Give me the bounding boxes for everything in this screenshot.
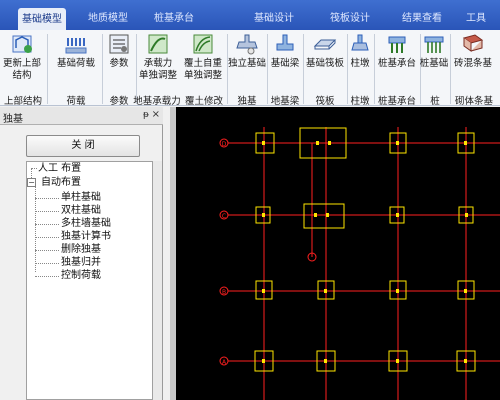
tree-item-double-column[interactable]: 双柱基础 (61, 205, 101, 217)
group-label-pile-cap: 桩基承台 (377, 96, 416, 107)
isolated-footing-label: 独立基础 (227, 58, 266, 69)
group-label-params: 参数 (109, 96, 129, 107)
tree-line (35, 224, 59, 225)
footing[interactable] (303, 203, 345, 229)
tree-line (35, 263, 59, 264)
bearing-capacity-label-1: 承载力 (143, 58, 173, 69)
function-tree: 人工 布置 − 自动布置 单柱基础 双柱基础 多柱墙基础 独基计算书 删除独基 … (26, 161, 153, 400)
parameters-button[interactable]: 参数 (104, 32, 134, 88)
group-label-pile: 桩 (430, 96, 440, 107)
isolated-footing-panel: 独基 ᵽ × 关 闭 人工 布置 − 自动布置 单柱基础 双柱基础 多柱墙基础 … (0, 107, 163, 400)
group-label-beam: 地基梁 (270, 96, 300, 107)
masonry-strip-button[interactable]: 砖混条基 (450, 32, 496, 88)
axis-label-d: D (222, 141, 227, 148)
bearing-capacity-label-2: 单独调整 (138, 70, 177, 81)
menu-tab-raft-design[interactable]: 筏板设计 (330, 9, 370, 25)
tree-line (35, 198, 59, 199)
menu-tab-geology-model[interactable]: 地质模型 (88, 9, 128, 25)
column-pier-icon (351, 34, 369, 51)
bearing-capacity-icon (148, 34, 168, 54)
close-icon[interactable]: × (152, 109, 160, 120)
menu-tab-tools[interactable]: 工具 (466, 9, 486, 25)
tree-item-merge-footing[interactable]: 独基归并 (61, 257, 101, 269)
group-label-masonry: 砌体条基 (454, 96, 493, 107)
menu-tab-pile-cap[interactable]: 桩基承台 (154, 9, 194, 25)
drawing-canvas[interactable]: D C B A (170, 107, 500, 400)
tree-item-control-load[interactable]: 控制荷载 (61, 270, 101, 282)
tree-item-single-column[interactable]: 单柱基础 (61, 192, 101, 204)
menu-strip: 基础模型 地质模型 桩基承台 基础设计 筏板设计 结果查看 工具 (0, 0, 500, 30)
isolated-footing-icon (236, 34, 258, 55)
soil-weight-label-2: 单独调整 (183, 70, 222, 81)
ribbon: 更新上部 结构 基础荷载 参数 承载力 单独调整 覆土自重 单独调整 独立基础 … (0, 30, 500, 107)
menu-tab-foundation-design[interactable]: 基础设计 (254, 9, 294, 25)
ribbon-separator (47, 34, 48, 104)
soil-weight-label-1: 覆土自重 (183, 58, 222, 69)
parameters-icon (109, 34, 129, 54)
tree-line (31, 168, 37, 169)
column-pier-label: 柱墩 (350, 58, 370, 69)
group-label-load: 荷载 (66, 96, 86, 107)
masonry-strip-icon (462, 34, 484, 52)
tree-line (35, 250, 59, 251)
isolated-footing-button[interactable]: 独立基础 (227, 32, 267, 88)
bearing-capacity-button[interactable]: 承载力 单独调整 (136, 32, 180, 88)
tree-item-calc-report[interactable]: 独基计算书 (61, 231, 111, 243)
group-label-pier: 柱墩 (350, 96, 370, 107)
foundation-beam-button[interactable]: 基础梁 (267, 32, 303, 88)
foundation-load-icon (65, 38, 87, 54)
tree-item-multi-column-wall[interactable]: 多柱墙基础 (61, 218, 111, 230)
axis-label-c: C (222, 213, 226, 220)
refresh-structure-icon (12, 35, 32, 53)
update-structure-button[interactable]: 更新上部 结构 (0, 32, 44, 88)
menu-tab-foundation-model[interactable]: 基础模型 (18, 8, 66, 30)
raft-slab-button[interactable]: 基础筏板 (303, 32, 347, 88)
menu-tab-results[interactable]: 结果查看 (402, 9, 442, 25)
foundation-beam-icon (276, 34, 294, 51)
raft-slab-label: 基础筏板 (305, 58, 344, 69)
axis-label-a: A (222, 359, 227, 366)
pile-foundation-button[interactable]: 桩基础 (418, 32, 450, 88)
tree-item-manual-layout[interactable]: 人工 布置 (38, 163, 81, 175)
panel-scrollbar[interactable] (153, 161, 162, 400)
soil-weight-button[interactable]: 覆土自重 单独调整 (180, 32, 226, 88)
tree-line (35, 211, 59, 212)
column-pier-button[interactable]: 柱墩 (347, 32, 373, 88)
column-marks (262, 141, 468, 363)
close-button[interactable]: 关 闭 (26, 135, 140, 157)
update-structure-label-2: 结构 (12, 70, 32, 81)
soil-weight-icon (193, 34, 213, 54)
pile-foundation-label: 桩基础 (419, 58, 449, 69)
panel-title: 独基 (3, 114, 23, 125)
group-label-soil: 覆土修改 (184, 96, 223, 107)
raft-slab-icon (313, 39, 337, 50)
pile-cap-label: 桩基承台 (377, 58, 416, 69)
group-label-upper-structure: 上部结构 (3, 96, 42, 107)
plan-drawing[interactable]: D C B A (176, 107, 500, 400)
panel-title-bar: 独基 ᵽ × (0, 107, 163, 125)
pin-icon[interactable]: ᵽ (143, 110, 149, 120)
group-label-bearing: 地基承载力 (133, 96, 181, 107)
pile-cap-icon (388, 36, 406, 53)
foundation-load-button[interactable]: 基础荷载 (52, 32, 100, 88)
tree-item-delete-footing[interactable]: 删除独基 (61, 244, 101, 256)
tree-line (35, 237, 59, 238)
group-label-isolated: 独基 (237, 96, 257, 107)
axis-label-b: B (222, 289, 226, 296)
tree-item-auto-layout[interactable]: 自动布置 (41, 177, 81, 189)
ribbon-separator (102, 34, 103, 104)
masonry-strip-label: 砖混条基 (453, 58, 492, 69)
pile-foundation-icon (424, 36, 444, 53)
tree-collapse-icon[interactable]: − (27, 178, 36, 187)
update-structure-label-1: 更新上部 (2, 58, 41, 69)
parameters-label: 参数 (109, 58, 129, 69)
foundation-load-label: 基础荷载 (56, 58, 95, 69)
pile-cap-button[interactable]: 桩基承台 (374, 32, 420, 88)
tree-line (35, 276, 59, 277)
foundation-beam-label: 基础梁 (270, 58, 300, 69)
group-label-raft: 筏板 (315, 96, 335, 107)
